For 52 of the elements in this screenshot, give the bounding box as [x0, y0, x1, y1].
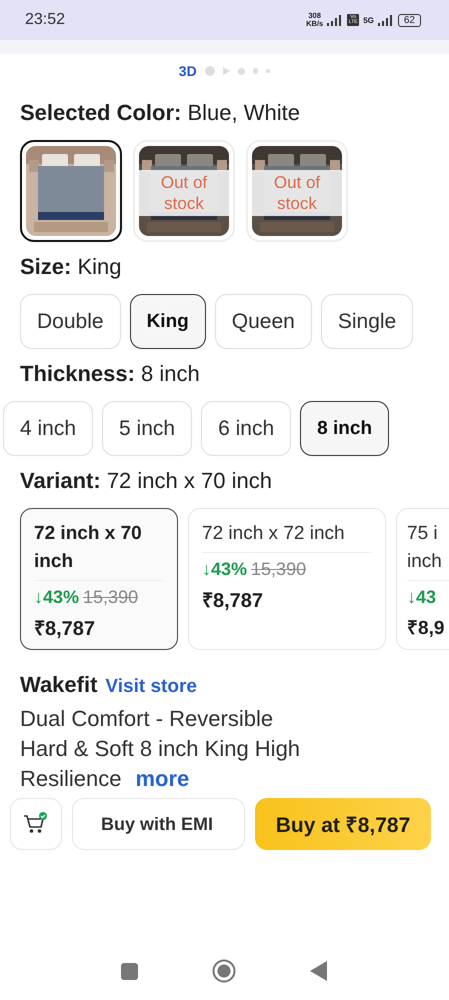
price-text: ₹8,9 [407, 617, 446, 640]
discount-text: ↓43% [202, 559, 248, 580]
signal-icon [327, 14, 344, 26]
price-text: ₹8,787 [34, 617, 96, 641]
color-heading: Selected Color: Blue, White [20, 100, 301, 126]
clock: 23:52 [25, 11, 66, 29]
size-option[interactable]: Double [20, 294, 121, 349]
thickness-option[interactable]: 5 inch [102, 401, 192, 456]
variant-card[interactable]: 72 inch x 72 inch ↓43% 15,390 ₹8,787 [188, 508, 386, 650]
variant-card[interactable]: 72 inch x 70 inch ↓43% 15,390 ₹8,787 [20, 508, 178, 650]
more-link[interactable]: more [136, 764, 190, 794]
carousel-dot[interactable] [238, 68, 245, 74]
size-option[interactable]: Single [320, 294, 414, 349]
battery-level: 62 [398, 14, 421, 26]
price-text: ₹8,787 [202, 589, 264, 613]
buy-button[interactable]: Buy at ₹8,787 [255, 798, 431, 850]
visit-store-link[interactable]: Visit store [105, 676, 197, 698]
variant-heading: Variant: 72 inch x 70 inch [20, 468, 273, 494]
brand-name: Wakefit [20, 672, 98, 698]
network-type: 5G [363, 16, 374, 24]
emi-button[interactable]: Buy with EMI [72, 798, 245, 850]
variant-card[interactable]: 75 i inch ↓43 ₹8,9 [396, 508, 449, 650]
size-option[interactable]: King [130, 294, 206, 349]
cart-button[interactable] [10, 798, 62, 850]
carousel-dot[interactable] [204, 66, 215, 76]
variant-name: 72 inch x 72 inch [202, 522, 346, 546]
out-of-stock-label: Out of stock [139, 170, 229, 216]
cart-icon [23, 812, 49, 836]
discount-text: ↓43 [407, 587, 436, 608]
variant-name: 72 inch x 70 inch [34, 522, 143, 574]
discount-text: ↓43% [34, 587, 80, 608]
description-line: Dual Comfort - Reversible [20, 705, 274, 733]
home-button[interactable] [212, 959, 236, 983]
original-price: 15,390 [83, 587, 138, 608]
thickness-option[interactable]: 6 inch [201, 401, 292, 456]
3d-indicator[interactable]: 3D [178, 63, 197, 79]
thickness-option[interactable]: 8 inch [300, 401, 390, 456]
thickness-heading: Thickness: 8 inch [20, 361, 201, 387]
original-price: 15,390 [251, 559, 306, 580]
description-line: Hard & Soft 8 inch King High [20, 735, 300, 763]
thickness-option[interactable]: 4 inch [3, 401, 94, 456]
color-swatch[interactable] [20, 140, 122, 242]
signal-icon [378, 14, 394, 26]
back-button[interactable] [310, 961, 328, 981]
variant-name: 75 i inch [407, 522, 443, 574]
carousel-dot[interactable] [266, 69, 270, 73]
carousel-dot[interactable] [252, 68, 258, 74]
recent-apps-button[interactable] [121, 962, 138, 980]
out-of-stock-label: Out of stock [252, 170, 342, 216]
description-line: Resilience [20, 765, 122, 793]
size-option[interactable]: Queen [214, 294, 312, 349]
size-heading: Size: King [20, 254, 123, 280]
